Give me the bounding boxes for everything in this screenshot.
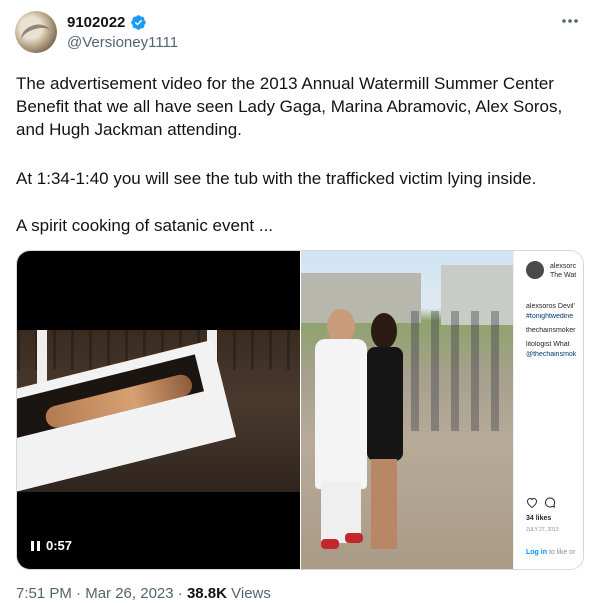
more-options-icon[interactable] — [559, 10, 581, 32]
instagram-panel: alexsorc The Wat alexsoros Devil' #tonig… — [513, 251, 583, 569]
video-duration-label: 0:57 — [46, 538, 73, 553]
instagram-username: alexsorc — [550, 263, 577, 270]
author-handle[interactable]: @Versioney1111 — [67, 34, 178, 51]
instagram-screenshot-image[interactable]: alexsorc The Wat alexsoros Devil' #tonig… — [301, 251, 583, 569]
instagram-date: JULY 27, 2013 — [526, 527, 559, 533]
video-player[interactable]: 0:57 — [17, 251, 300, 569]
instagram-caption-line: alexsoros Devil' — [526, 303, 575, 310]
tweet-date[interactable]: Mar 26, 2023 — [85, 585, 173, 602]
tweet-text-paragraph-1: The advertisement video for the 2013 Ann… — [16, 74, 563, 139]
verified-badge-icon[interactable] — [130, 14, 147, 31]
event-photo — [301, 251, 513, 569]
instagram-avatar — [526, 261, 544, 279]
instagram-caption-line: litologist What — [526, 341, 570, 348]
video-frame — [17, 330, 300, 492]
author-display-name[interactable]: 9102022 — [67, 14, 125, 31]
views-count: 38.8K — [186, 585, 227, 602]
author-name-row: 9102022 — [67, 12, 147, 32]
comment-icon — [545, 497, 556, 508]
tweet-metadata: 7:51 PM · Mar 26, 2023 · 38.8K Views — [16, 585, 271, 602]
instagram-login-link: Log in — [526, 549, 547, 556]
video-duration[interactable]: 0:57 — [31, 538, 72, 553]
instagram-login-text: Log in to like or — [526, 549, 576, 556]
pause-icon[interactable] — [31, 540, 40, 551]
instagram-caption-line: #tonightwedine — [526, 313, 574, 320]
tweet-media: 0:57 alexsorc The Wat alexsoros Devil' #… — [16, 250, 584, 570]
instagram-actions — [526, 497, 556, 508]
heart-icon — [526, 497, 538, 508]
instagram-caption-line: @thechainsmok — [526, 351, 577, 358]
tweet-time[interactable]: 7:51 PM — [16, 585, 72, 602]
instagram-caption-line: thechainsmoker — [526, 327, 576, 334]
instagram-likes: 34 likes — [526, 515, 552, 522]
views-label: Views — [226, 585, 271, 602]
instagram-subtitle: The Wat — [550, 272, 577, 279]
author-avatar[interactable] — [15, 11, 57, 53]
tweet-text-paragraph-3: A spirit cooking of satanic event ... — [16, 216, 274, 235]
tweet-text-paragraph-2: At 1:34-1:40 you will see the tub with t… — [16, 169, 537, 188]
